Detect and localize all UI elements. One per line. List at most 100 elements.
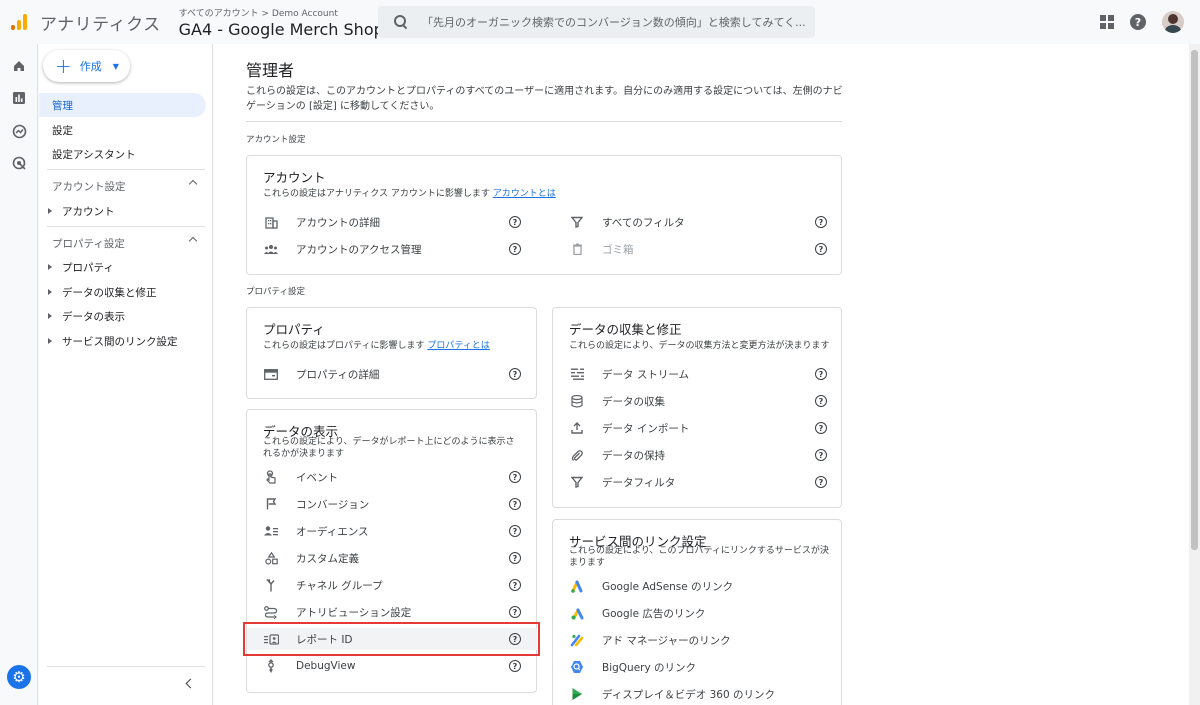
card-subtitle: これらの設定はプロパティに影響します プロパティとは [263, 341, 490, 351]
card-subtitle: これらの設定により、このプロパティにリンクするサービスが決まります [569, 546, 829, 568]
top-right-actions: ? [1100, 11, 1184, 33]
nav-sub-data-collection[interactable]: データの収集と修正 [39, 280, 206, 304]
row-data-filters[interactable]: データフィルタ ? [553, 471, 843, 493]
help-icon[interactable]: ? [509, 498, 521, 510]
scrollbar-thumb[interactable] [1191, 50, 1198, 550]
card-title: データの収集と修正 [569, 322, 682, 337]
adsense-logo-icon [569, 578, 585, 594]
property-help-link[interactable]: プロパティとは [427, 341, 489, 351]
section-property-settings[interactable]: プロパティ設定 [39, 231, 206, 255]
help-icon[interactable]: ? [1130, 14, 1146, 30]
nav-sub-account[interactable]: アカウント [39, 199, 206, 223]
nav-item-settings[interactable]: 設定 [39, 118, 206, 142]
paperclip-icon [569, 447, 585, 463]
explore-icon[interactable] [11, 123, 27, 139]
triangle-right-icon [48, 313, 52, 319]
help-icon[interactable]: ? [509, 660, 521, 672]
trash-icon [569, 241, 585, 257]
help-icon[interactable]: ? [815, 395, 827, 407]
help-icon[interactable]: ? [509, 216, 521, 228]
row-google-ads-links[interactable]: Google 広告のリンク [553, 602, 843, 624]
account-selector[interactable]: すべてのアカウント > Demo Account GA4 - Google Me… [179, 6, 394, 39]
ad-manager-logo-icon [569, 632, 585, 648]
help-icon[interactable]: ? [509, 368, 521, 380]
scrollbar[interactable] [1189, 44, 1200, 705]
search-placeholder: 「先月のオーガニック検索でのコンバージョン数の傾向」と検索してみてく... [422, 16, 806, 29]
property-card: プロパティ これらの設定はプロパティに影響します プロパティとは プロパティの詳… [246, 307, 537, 399]
row-debugview[interactable]: DebugView ? [247, 655, 537, 677]
row-data-collection[interactable]: データの収集 ? [553, 390, 843, 412]
property-name: GA4 - Google Merch Shop▼ [179, 20, 394, 39]
chevron-up-icon [188, 179, 198, 189]
row-bigquery-links[interactable]: BigQuery のリンク [553, 656, 843, 678]
property-card-icon [263, 366, 279, 382]
account-help-link[interactable]: アカウントとは [493, 189, 556, 199]
main-content: 管理者 これらの設定は、このアカウントとプロパティのすべてのユーザーに適用されま… [214, 44, 1189, 705]
side-nav: + 作成 ▼ 管理 設定 設定アシスタント アカウント設定 アカウント プロパテ… [39, 44, 213, 705]
nav-item-admin[interactable]: 管理 [39, 93, 206, 117]
collapse-nav-icon[interactable] [182, 677, 196, 691]
debug-icon [263, 658, 279, 674]
row-events[interactable]: イベント ? [247, 466, 537, 488]
plus-icon: + [55, 54, 72, 78]
reports-icon[interactable] [11, 90, 27, 106]
google-ads-logo-icon [569, 605, 585, 621]
row-ad-manager-links[interactable]: アド マネージャーのリンク [553, 629, 843, 651]
search-icon [394, 15, 408, 29]
triangle-right-icon [48, 289, 52, 295]
advertising-icon[interactable] [11, 155, 27, 171]
row-channel-groups[interactable]: チャネル グループ ? [247, 574, 537, 596]
card-subtitle: これらの設定により、データの収集方法と変更方法が決まります [569, 341, 830, 351]
help-icon[interactable]: ? [509, 579, 521, 591]
help-icon[interactable]: ? [815, 476, 827, 488]
database-icon [569, 393, 585, 409]
row-attribution-settings[interactable]: アトリビューション設定 ? [247, 601, 537, 623]
help-icon[interactable]: ? [509, 471, 521, 483]
nav-sub-product-links[interactable]: サービス間のリンク設定 [39, 329, 206, 353]
people-group-icon [263, 241, 279, 257]
card-title: アカウント [263, 170, 326, 185]
search-bar[interactable]: 「先月のオーガニック検索でのコンバージョン数の傾向」と検索してみてく... [378, 6, 815, 38]
help-icon[interactable]: ? [815, 216, 827, 228]
row-dv360-links[interactable]: ディスプレイ＆ビデオ 360 のリンク [553, 683, 843, 705]
row-account-access[interactable]: アカウントのアクセス管理 ? [247, 238, 537, 260]
row-data-streams[interactable]: データ ストリーム ? [553, 363, 843, 385]
admin-gear-icon[interactable]: ⚙ [7, 665, 31, 689]
breadcrumb: すべてのアカウント > Demo Account [178, 8, 338, 19]
row-property-details[interactable]: プロパティの詳細 ? [247, 363, 537, 385]
account-card: アカウント これらの設定はアナリティクス アカウントに影響します アカウントとは… [246, 155, 842, 275]
help-icon[interactable]: ? [815, 243, 827, 255]
product-links-card: サービス間のリンク設定 これらの設定により、このプロパティにリンクするサービスが… [552, 519, 842, 705]
row-custom-definitions[interactable]: カスタム定義 ? [247, 547, 537, 569]
nav-item-setup-assistant[interactable]: 設定アシスタント [39, 142, 206, 166]
help-icon[interactable]: ? [509, 606, 521, 618]
row-trash[interactable]: ゴミ箱 ? [553, 238, 843, 260]
nav-sub-data-display[interactable]: データの表示 [39, 304, 206, 328]
help-icon[interactable]: ? [815, 449, 827, 461]
analytics-logo-icon[interactable] [0, 0, 38, 44]
building-icon [263, 214, 279, 230]
row-account-details[interactable]: アカウントの詳細 ? [247, 211, 537, 233]
home-icon[interactable] [11, 58, 27, 74]
help-icon[interactable]: ? [815, 368, 827, 380]
card-subtitle: これらの設定により、データがレポート上にどのように表示されるかが決まります [263, 437, 515, 459]
section-account-settings[interactable]: アカウント設定 [39, 174, 206, 198]
help-icon[interactable]: ? [509, 243, 521, 255]
help-icon[interactable]: ? [509, 552, 521, 564]
row-data-import[interactable]: データ インポート ? [553, 417, 843, 439]
row-data-retention[interactable]: データの保持 ? [553, 444, 843, 466]
row-all-filters[interactable]: すべてのフィルタ ? [553, 211, 843, 233]
nav-sub-property[interactable]: プロパティ [39, 255, 206, 279]
divider [47, 226, 205, 227]
dv360-logo-icon [569, 686, 585, 702]
help-icon[interactable]: ? [815, 422, 827, 434]
create-button[interactable]: + 作成 ▼ [43, 50, 130, 82]
apps-icon[interactable] [1100, 15, 1114, 29]
help-icon[interactable]: ? [509, 525, 521, 537]
row-audiences[interactable]: オーディエンス ? [247, 520, 537, 542]
route-icon [263, 604, 279, 620]
row-conversions[interactable]: コンバージョン ? [247, 493, 537, 515]
avatar[interactable] [1162, 11, 1184, 33]
audience-icon [263, 523, 279, 539]
row-adsense-links[interactable]: Google AdSense のリンク [553, 575, 843, 597]
